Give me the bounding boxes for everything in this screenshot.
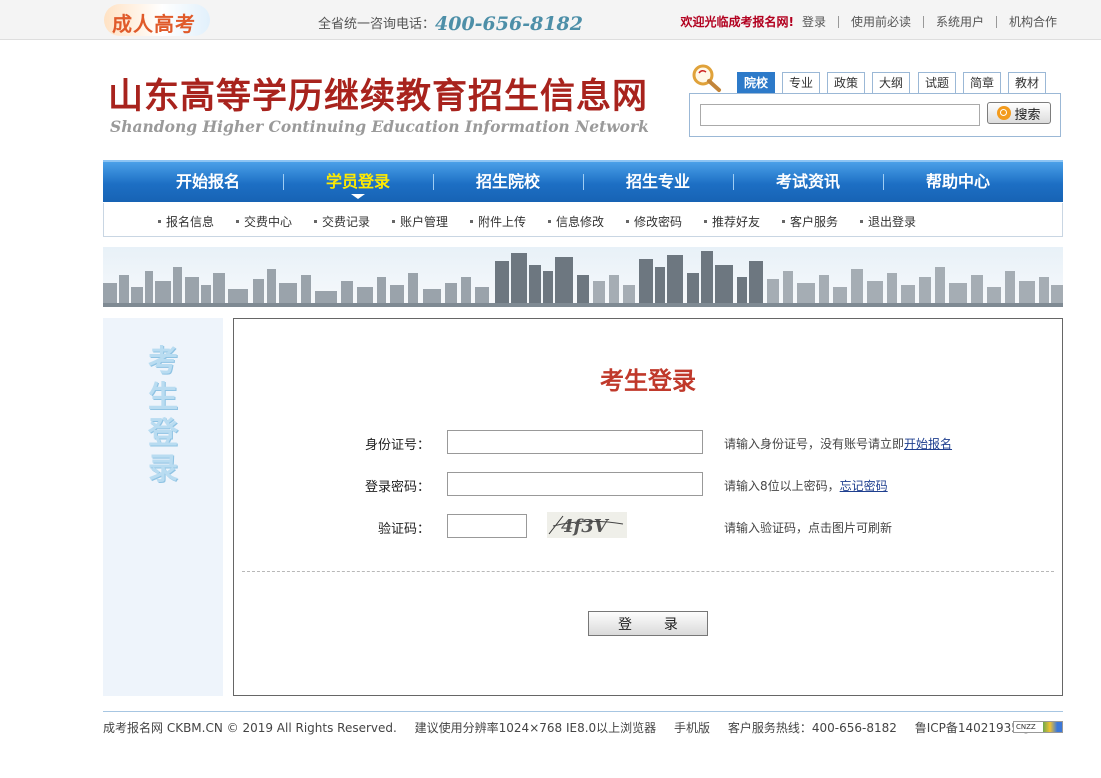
captcha-label: 验证码： xyxy=(377,522,430,537)
top-links: 欢迎光临成考报名网! 登录 使用前必读 系统用户 机构合作 xyxy=(680,13,1057,30)
tab-textbooks[interactable]: 教材 xyxy=(1008,72,1046,94)
captcha-row: 验证码： 4f3V 请输入验证码，点击图片可刷新 xyxy=(234,512,1062,538)
sub-nav: 报名信息 交费中心 交费记录 账户管理 附件上传 信息修改 修改密码 推荐好友 … xyxy=(103,203,1063,237)
id-row: 身份证号： 请输入身份证号，没有账号请立即开始报名 xyxy=(234,430,1062,454)
site-title[interactable]: 山东高等学历继续教育招生信息网 xyxy=(108,68,648,119)
magnifier-icon xyxy=(692,64,721,92)
welcome-text: 欢迎光临成考报名网! xyxy=(680,15,794,29)
subnav-logout[interactable]: 退出登录 xyxy=(860,213,916,230)
logo-text: 成人高考 xyxy=(112,12,196,36)
footer: 成考报名网 CKBM.CN © 2019 All Rights Reserved… xyxy=(103,719,1045,736)
form-divider xyxy=(242,571,1054,572)
start-registration-link[interactable]: 开始报名 xyxy=(904,437,952,451)
sidebar: 考 生 登 录 xyxy=(103,318,223,696)
nav-student-login[interactable]: 学员登录 xyxy=(283,162,433,202)
login-panel: 考生登录 身份证号： 请输入身份证号，没有账号请立即开始报名 登录密码： 请输入… xyxy=(233,318,1063,696)
sidebar-title: 考 生 登 录 xyxy=(143,344,183,488)
skyline-banner xyxy=(103,247,1063,307)
tab-brochure[interactable]: 简章 xyxy=(963,72,1001,94)
captcha-image[interactable]: 4f3V xyxy=(547,512,627,538)
captcha-hint: 请输入验证码，点击图片可刷新 xyxy=(724,521,893,535)
id-hint-text: 请输入身份证号，没有账号请立即 xyxy=(724,437,905,451)
nav-schools[interactable]: 招生院校 xyxy=(433,162,583,202)
tab-schools[interactable]: 院校 xyxy=(737,72,775,94)
nav-help-center[interactable]: 帮助中心 xyxy=(883,162,1033,202)
system-user-link[interactable]: 系统用户 xyxy=(936,13,984,30)
id-label: 身份证号： xyxy=(364,438,430,453)
nav-majors[interactable]: 招生专业 xyxy=(583,162,733,202)
nav-exam-news[interactable]: 考试资讯 xyxy=(733,162,883,202)
password-hint: 请输入8位以上密码，忘记密码 xyxy=(724,477,888,494)
id-hint: 请输入身份证号，没有账号请立即开始报名 xyxy=(724,435,952,452)
site-logo[interactable]: 成人高考 xyxy=(104,4,210,36)
cnzz-badge[interactable]: CNZZ xyxy=(1013,721,1063,733)
password-label: 登录密码： xyxy=(364,480,430,495)
login-link[interactable]: 登录 xyxy=(802,13,826,30)
tab-syllabus[interactable]: 大纲 xyxy=(872,72,910,94)
forgot-password-link[interactable]: 忘记密码 xyxy=(840,479,888,493)
service-hotline: 客户服务热线：400-656-8182 xyxy=(727,721,897,735)
sidebar-title-char: 录 xyxy=(148,452,178,487)
tab-exams[interactable]: 试题 xyxy=(918,72,956,94)
subnav-account[interactable]: 账户管理 xyxy=(392,213,448,230)
search-input[interactable] xyxy=(700,104,980,126)
main-nav: 开始报名 学员登录 招生院校 招生专业 考试资讯 帮助中心 xyxy=(103,160,1063,202)
partner-link[interactable]: 机构合作 xyxy=(1009,13,1057,30)
hotline: 全省统一咨询电话：400-656-8182 xyxy=(318,11,583,35)
divider xyxy=(922,15,924,28)
subnav-recommend[interactable]: 推荐好友 xyxy=(704,213,760,230)
subnav-edit-info[interactable]: 信息修改 xyxy=(548,213,604,230)
sidebar-title-char: 考 xyxy=(148,344,178,379)
sidebar-title-char: 登 xyxy=(148,416,178,451)
divider xyxy=(837,15,839,28)
captcha-text: 4f3V xyxy=(561,516,610,537)
resolution-note: 建议使用分辨率1024×768 IE8.0以上浏览器 xyxy=(414,721,657,735)
password-hint-text: 请输入8位以上密码， xyxy=(724,479,840,493)
password-row: 登录密码： 请输入8位以上密码，忘记密码 xyxy=(234,472,1062,496)
search-icon xyxy=(997,106,1012,120)
subnav-registration-info[interactable]: 报名信息 xyxy=(158,213,214,230)
hotline-label: 全省统一咨询电话： xyxy=(318,17,436,32)
top-bar: 成人高考 全省统一咨询电话：400-656-8182 欢迎光临成考报名网! 登录… xyxy=(0,0,1101,40)
subnav-attachments[interactable]: 附件上传 xyxy=(470,213,526,230)
site-subtitle: Shandong Higher Continuing Education Inf… xyxy=(110,117,649,136)
password-input[interactable] xyxy=(447,472,703,496)
mobile-link[interactable]: 手机版 xyxy=(674,721,710,735)
divider xyxy=(995,15,997,28)
subnav-customer-service[interactable]: 客户服务 xyxy=(782,213,838,230)
subnav-change-password[interactable]: 修改密码 xyxy=(626,213,682,230)
search-button[interactable]: 搜索 xyxy=(987,102,1051,124)
footer-divider xyxy=(103,711,1063,712)
captcha-input[interactable] xyxy=(447,514,527,538)
nav-start-registration[interactable]: 开始报名 xyxy=(133,162,283,202)
copyright: 成考报名网 CKBM.CN © 2019 All Rights Reserved… xyxy=(103,721,397,735)
login-button[interactable]: 登 录 xyxy=(588,611,708,636)
read-first-link[interactable]: 使用前必读 xyxy=(851,13,911,30)
subnav-payment-center[interactable]: 交费中心 xyxy=(236,213,292,230)
login-title: 考生登录 xyxy=(600,366,696,395)
sidebar-title-char: 生 xyxy=(148,380,178,415)
search-panel: 搜索 xyxy=(689,93,1061,137)
subnav-payment-records[interactable]: 交费记录 xyxy=(314,213,370,230)
search-button-label: 搜索 xyxy=(1014,107,1041,123)
tab-policy[interactable]: 政策 xyxy=(827,72,865,94)
tab-majors[interactable]: 专业 xyxy=(782,72,820,94)
id-number-input[interactable] xyxy=(447,430,703,454)
hotline-number: 400-656-8182 xyxy=(435,13,583,35)
